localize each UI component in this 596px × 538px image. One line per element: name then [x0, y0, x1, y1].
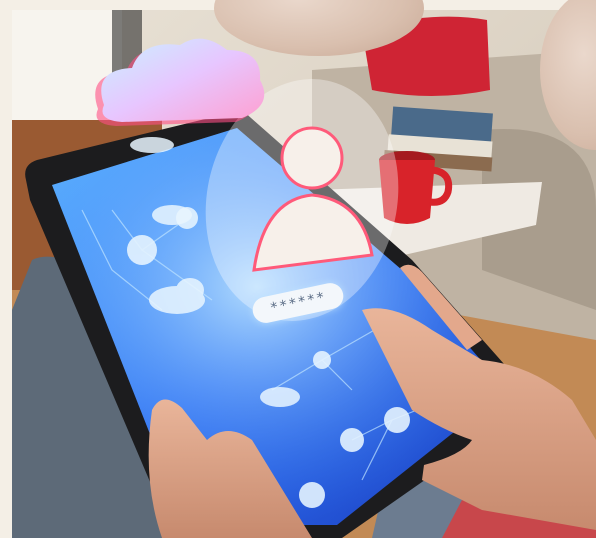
photo-scene: [12, 10, 596, 538]
image-frame: ******: [0, 0, 596, 538]
photo: [12, 10, 596, 538]
